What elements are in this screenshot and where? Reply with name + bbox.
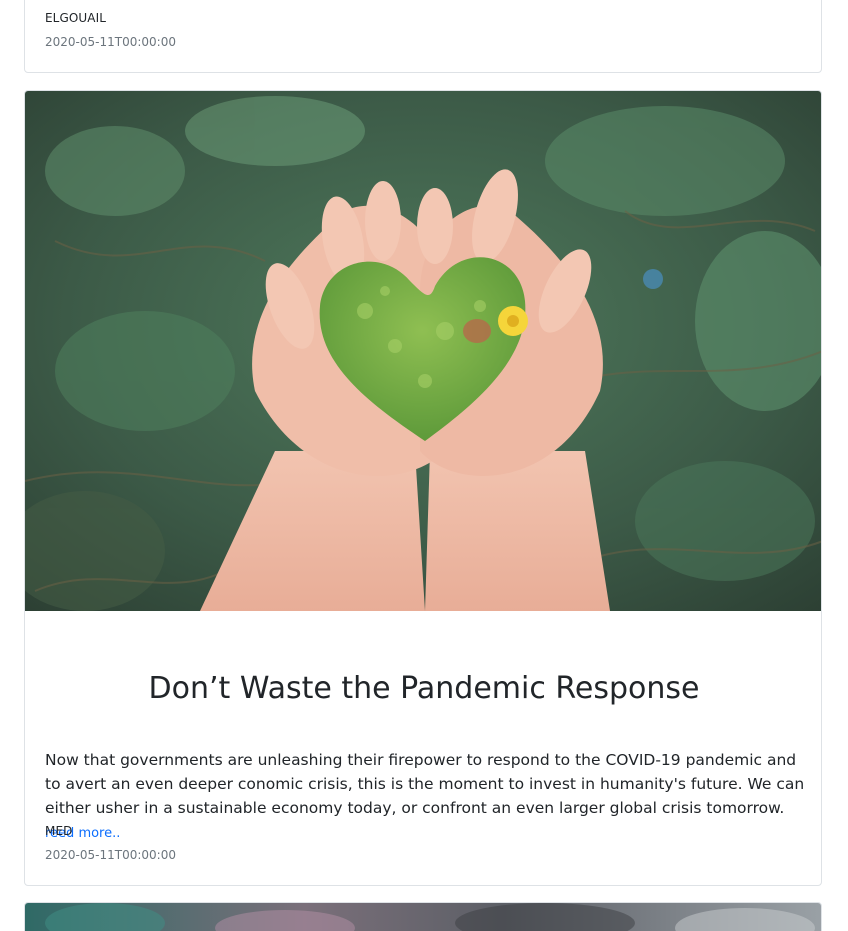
post-title: Don’t Waste the Pandemic Response (148, 671, 700, 706)
post-feed: ELGOUAIL 2020-05-11T00:00:00 Don’t Waste… (0, 0, 848, 931)
post-card-next (24, 902, 822, 931)
post-author: MED (45, 824, 73, 838)
post-card-previous: ELGOUAIL 2020-05-11T00:00:00 (24, 0, 822, 73)
post-date: 2020-05-11T00:00:00 (45, 35, 176, 49)
post-author: ELGOUAIL (45, 11, 107, 25)
post-card: Don’t Waste the Pandemic Response Now th… (24, 90, 822, 886)
post-excerpt: Now that governments are unleashing thei… (45, 748, 805, 846)
post-date: 2020-05-11T00:00:00 (45, 848, 176, 862)
post-image (25, 91, 821, 611)
post-image (25, 903, 821, 931)
post-excerpt-text: Now that governments are unleashing thei… (45, 751, 805, 817)
